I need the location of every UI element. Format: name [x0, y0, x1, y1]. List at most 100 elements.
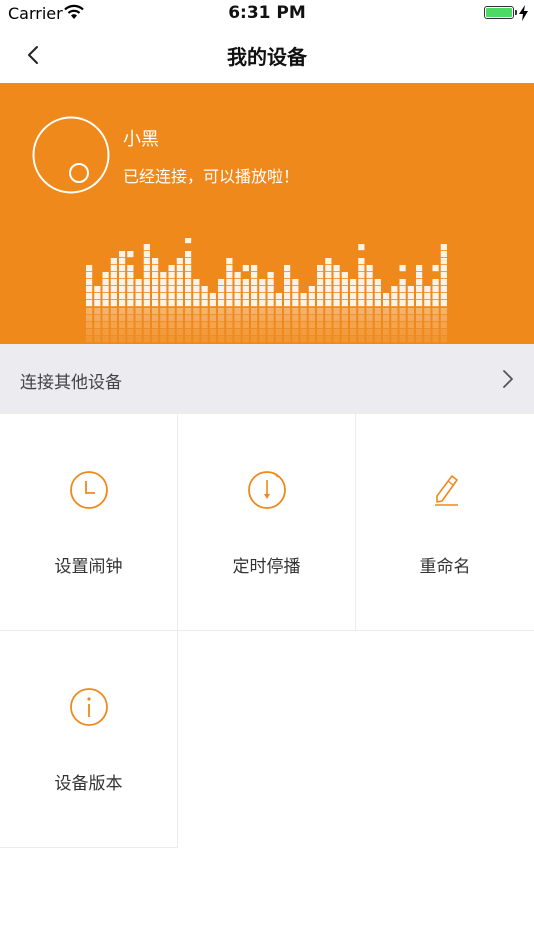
eq-block — [317, 300, 324, 307]
eq-block — [119, 272, 126, 279]
eq-block — [143, 293, 150, 300]
eq-reflection-block — [267, 308, 274, 315]
rename-button[interactable]: 重命名 — [356, 414, 534, 631]
eq-block — [251, 279, 258, 286]
clock-icon — [70, 471, 108, 509]
eq-reflection-block — [416, 315, 423, 322]
eq-reflection-block — [242, 308, 249, 315]
eq-block — [234, 300, 241, 307]
eq-reflection-block — [317, 308, 324, 315]
eq-block — [391, 300, 398, 307]
eq-block — [185, 265, 192, 272]
eq-reflection-block — [102, 329, 109, 336]
eq-reflection-block — [432, 308, 439, 315]
eq-reflection-block — [440, 329, 447, 336]
eq-reflection-block — [424, 322, 431, 329]
eq-block — [259, 286, 266, 293]
eq-block — [440, 251, 447, 258]
eq-reflection-block — [366, 315, 373, 322]
eq-reflection-block — [102, 308, 109, 315]
eq-reflection-block — [432, 329, 439, 336]
eq-block — [358, 286, 365, 293]
eq-block — [383, 293, 390, 300]
eq-block — [127, 279, 134, 286]
eq-block — [358, 272, 365, 279]
eq-reflection-block — [333, 329, 340, 336]
connect-other-device-row[interactable]: 连接其他设备 — [0, 344, 534, 414]
eq-block — [152, 265, 159, 272]
eq-reflection-block — [234, 329, 241, 336]
eq-block — [366, 300, 373, 307]
nav-bar: 我的设备 — [0, 28, 534, 83]
eq-block — [374, 286, 381, 293]
eq-reflection-block — [350, 329, 357, 336]
eq-block — [416, 300, 423, 307]
eq-reflection-block — [209, 336, 216, 343]
eq-block — [399, 293, 406, 300]
device-version-button[interactable]: 设备版本 — [0, 631, 178, 848]
eq-block — [102, 300, 109, 307]
eq-reflection-block — [333, 308, 340, 315]
eq-block — [119, 293, 126, 300]
eq-block — [168, 300, 175, 307]
eq-reflection-block — [226, 322, 233, 329]
eq-reflection-block — [407, 315, 414, 322]
eq-block — [424, 293, 431, 300]
eq-block — [185, 251, 192, 258]
eq-block — [424, 300, 431, 307]
set-alarm-button[interactable]: 设置闹钟 — [0, 414, 178, 631]
eq-reflection-block — [275, 329, 282, 336]
eq-block — [152, 279, 159, 286]
eq-block — [110, 300, 117, 307]
eq-reflection-block — [424, 315, 431, 322]
battery-icon — [484, 6, 514, 19]
eq-block — [160, 286, 167, 293]
eq-reflection-block — [251, 329, 258, 336]
eq-block — [333, 293, 340, 300]
eq-block — [176, 300, 183, 307]
eq-block — [374, 293, 381, 300]
eq-reflection-block — [86, 329, 93, 336]
eq-reflection-block — [102, 315, 109, 322]
eq-reflection-block — [226, 336, 233, 343]
eq-block — [168, 265, 175, 272]
eq-reflection-block — [94, 315, 101, 322]
eq-reflection-block — [284, 329, 291, 336]
sleep-timer-button[interactable]: 定时停播 — [178, 414, 356, 631]
eq-reflection-block — [383, 315, 390, 322]
eq-reflection-block — [185, 329, 192, 336]
rename-label: 重命名 — [419, 557, 471, 577]
eq-reflection-block — [226, 308, 233, 315]
eq-block — [110, 272, 117, 279]
eq-reflection-block — [292, 329, 299, 336]
eq-block — [86, 265, 93, 272]
eq-reflection-block — [300, 329, 307, 336]
eq-reflection-block — [432, 336, 439, 343]
eq-block — [325, 258, 332, 265]
eq-reflection-block — [416, 308, 423, 315]
eq-reflection-block — [135, 308, 142, 315]
eq-block — [218, 279, 225, 286]
eq-reflection-block — [432, 315, 439, 322]
eq-reflection-block — [325, 336, 332, 343]
eq-block — [242, 286, 249, 293]
eq-reflection-block — [110, 322, 117, 329]
eq-reflection-block — [119, 336, 126, 343]
eq-block — [317, 286, 324, 293]
eq-block — [135, 293, 142, 300]
eq-reflection-block — [143, 308, 150, 315]
eq-block — [176, 258, 183, 265]
eq-block — [325, 272, 332, 279]
eq-block — [143, 279, 150, 286]
eq-reflection-block — [292, 315, 299, 322]
eq-reflection-block — [416, 322, 423, 329]
eq-block — [333, 279, 340, 286]
eq-reflection-block — [234, 315, 241, 322]
eq-block — [358, 258, 365, 265]
eq-block — [201, 293, 208, 300]
eq-reflection-block — [86, 315, 93, 322]
pencil-icon — [435, 475, 458, 506]
eq-reflection-block — [218, 315, 225, 322]
eq-block — [440, 286, 447, 293]
eq-reflection-block — [176, 329, 183, 336]
